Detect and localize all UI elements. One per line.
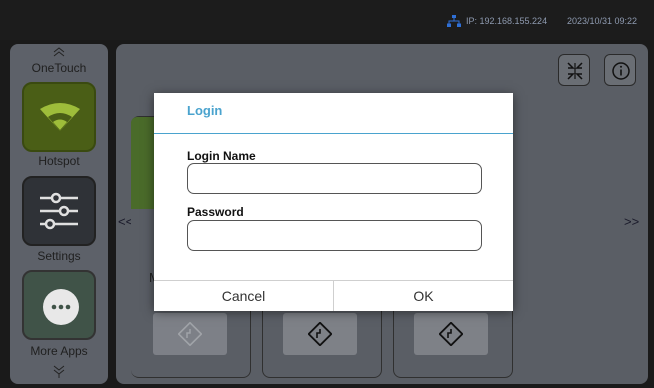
sidebar-item-more-apps[interactable] xyxy=(22,270,96,340)
dialog-title: Login xyxy=(187,103,223,118)
login-name-input[interactable] xyxy=(187,163,482,194)
scroll-down-icon[interactable] xyxy=(51,364,67,378)
sidebar-item-hotspot[interactable] xyxy=(22,82,96,152)
sidebar-item-settings[interactable] xyxy=(22,176,96,246)
sidebar-label-more-apps: More Apps xyxy=(30,344,88,358)
info-button[interactable] xyxy=(604,54,636,86)
scroll-up-icon[interactable] xyxy=(51,46,67,58)
info-icon xyxy=(612,62,630,80)
dialog-title-divider xyxy=(154,133,513,134)
password-label: Password xyxy=(187,205,244,219)
collapse-button[interactable] xyxy=(558,54,590,86)
cancel-button[interactable]: Cancel xyxy=(154,281,333,311)
login-dialog: Login Login Name Password Cancel OK xyxy=(154,93,513,311)
sidebar-label-settings: Settings xyxy=(37,249,81,263)
app-card-action-button[interactable] xyxy=(283,313,357,355)
password-input[interactable] xyxy=(187,220,482,251)
direction-sign-icon xyxy=(308,322,332,346)
scroll-right-arrow[interactable]: >> xyxy=(624,214,639,229)
collapse-icon xyxy=(567,62,583,80)
direction-sign-icon xyxy=(439,322,463,346)
date-time: 2023/10/31 09:22 xyxy=(567,16,638,26)
status-bar: IP: 192.168.155.224 2023/10/31 09:22 xyxy=(0,0,654,40)
ok-button[interactable]: OK xyxy=(334,281,513,311)
app-card-action-button[interactable] xyxy=(153,313,227,355)
app-card-action-button[interactable] xyxy=(414,313,488,355)
direction-sign-icon xyxy=(178,322,202,346)
login-name-label: Login Name xyxy=(187,149,256,163)
network-icon xyxy=(447,15,461,27)
wifi-icon xyxy=(40,103,80,131)
sidebar: OneTouch Hotspot Settings More Apps xyxy=(10,44,108,384)
sliders-icon xyxy=(40,192,78,230)
ip-address: IP: 192.168.155.224 xyxy=(466,16,548,26)
sidebar-item-onetouch[interactable]: OneTouch xyxy=(10,61,108,75)
sidebar-label-hotspot: Hotspot xyxy=(38,154,80,168)
more-icon xyxy=(43,289,79,325)
dialog-footer: Cancel OK xyxy=(154,280,513,311)
